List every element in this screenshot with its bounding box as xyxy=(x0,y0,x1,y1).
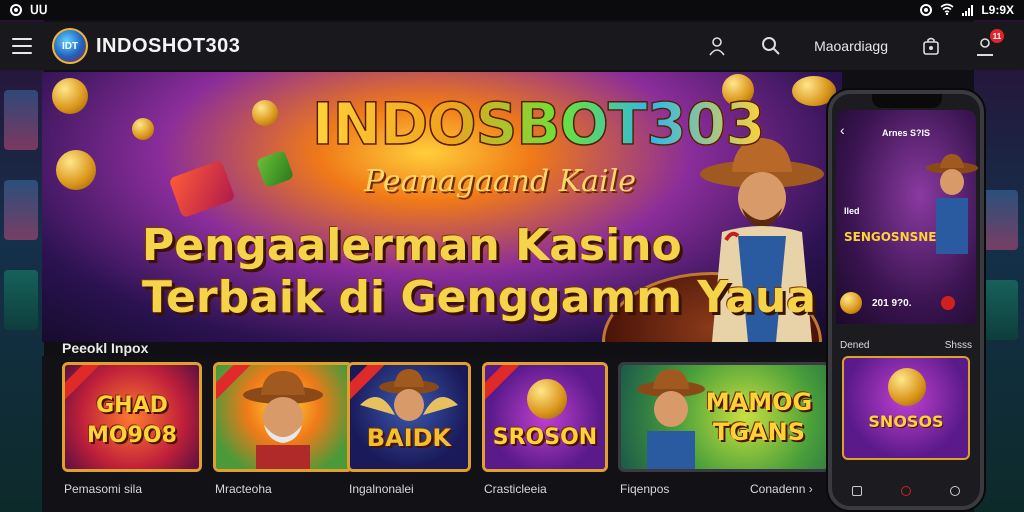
brand-name[interactable]: INDOSHOT303 xyxy=(96,35,240,58)
app-header: IDT INDOSHOT303 Maoardiagg 11 xyxy=(0,22,1024,70)
see-more-link[interactable]: Conadenn › xyxy=(750,482,813,496)
coin-icon xyxy=(840,292,862,314)
coin-decoration xyxy=(56,150,96,190)
game-card[interactable]: BAIDK xyxy=(347,362,471,472)
status-left-text: ᑌᑌ xyxy=(30,3,48,17)
coin-decoration xyxy=(52,78,88,114)
game-card[interactable]: GHAD MO9O8 xyxy=(62,362,202,472)
phone-tab-right[interactable]: Shsss xyxy=(945,340,972,351)
phone-tab-row: Dened Shsss xyxy=(840,340,972,351)
phone-small-label: Iled xyxy=(844,206,860,216)
game-art-text: MAMOG TGANS xyxy=(705,388,813,446)
game-art-text: BAIDK xyxy=(366,424,452,452)
phone-title: Arnes S?IS xyxy=(882,128,931,138)
nav-circle-icon[interactable] xyxy=(950,486,961,496)
user-icon[interactable] xyxy=(706,35,728,57)
signal-icon xyxy=(962,4,974,16)
phone-tab-left[interactable]: Dened xyxy=(840,340,869,351)
hero-banner[interactable]: INDOSBOT303 Peanagaand Kaile Pengaalerma… xyxy=(42,72,842,342)
notification-badge: 11 xyxy=(990,29,1004,43)
phone-balance: 201 9?0. xyxy=(840,292,956,314)
wifi-icon xyxy=(940,3,954,18)
coin-decoration xyxy=(252,100,278,126)
hero-headline-line1: Pengaalerman Kasino xyxy=(142,220,682,271)
game-name[interactable]: Ingalnonalei xyxy=(349,482,414,496)
header-link[interactable]: Maoardiagg xyxy=(814,38,888,54)
games-section: GHAD MO9O8 Pemasomi sila Mracteoha BAIDK… xyxy=(42,356,842,512)
game-card[interactable]: MAMOG TGANS xyxy=(618,362,830,472)
coin-emblem xyxy=(888,368,926,406)
hero-title: INDOSBOT303 xyxy=(311,89,766,159)
hamburger-icon[interactable] xyxy=(12,38,32,54)
phone-game-card[interactable]: SNOSOS xyxy=(842,356,970,460)
phone-action-icon[interactable] xyxy=(941,296,956,310)
status-bar: ᑌᑌ L9:9X xyxy=(0,0,1024,20)
phone-nav-bar xyxy=(832,486,980,496)
brand-logo[interactable]: IDT xyxy=(52,28,88,64)
account-icon[interactable]: 11 xyxy=(974,29,1004,57)
game-name[interactable]: Pemasomi sila xyxy=(64,482,142,496)
phone-mockup: ‹ Arnes S?IS Iled SENGOSNSNE 201 9?0. De… xyxy=(828,90,984,510)
chevron-right-icon: › xyxy=(808,482,813,496)
game-name[interactable]: Crasticleeia xyxy=(484,482,547,496)
hero-subtitle: Peanagaand Kaile xyxy=(364,164,636,199)
game-card[interactable] xyxy=(213,362,353,472)
winged-cowboy-art xyxy=(360,369,458,421)
game-name[interactable]: Fiqenpos xyxy=(620,482,669,496)
coin-emblem xyxy=(527,379,567,419)
game-art-text: SROSON xyxy=(492,425,598,450)
phone-notch xyxy=(872,94,942,108)
game-card[interactable]: SROSON xyxy=(482,362,608,472)
section-title: Peeokl Inpox xyxy=(62,340,149,356)
search-icon[interactable] xyxy=(760,35,782,57)
phone-card-text: SNOSOS xyxy=(868,412,944,431)
phone-hero-text: SENGOSNSNE xyxy=(844,230,937,244)
clock: L9:9X xyxy=(981,3,1014,17)
left-backdrop xyxy=(0,20,44,512)
hero-headline: Pengaalerman Kasino Terbaik di Genggamm … xyxy=(142,220,816,324)
nav-square-icon[interactable] xyxy=(851,486,862,496)
phone-amount: 201 9?0. xyxy=(872,297,912,309)
alarm-icon xyxy=(920,4,933,16)
back-arrow-icon[interactable]: ‹ xyxy=(840,122,845,138)
chip-decoration xyxy=(168,159,236,219)
app-status-icon xyxy=(10,4,22,16)
game-art-text: GHAD MO9O8 xyxy=(87,393,177,448)
hero-headline-line2: Terbaik di Genggamm Yaua xyxy=(142,272,816,323)
bag-icon[interactable] xyxy=(920,35,942,57)
chip-decoration xyxy=(255,149,295,189)
cowboy-art xyxy=(243,371,323,469)
nav-home-icon[interactable] xyxy=(900,486,911,496)
coin-decoration xyxy=(132,118,154,140)
game-name[interactable]: Mracteoha xyxy=(215,482,272,496)
